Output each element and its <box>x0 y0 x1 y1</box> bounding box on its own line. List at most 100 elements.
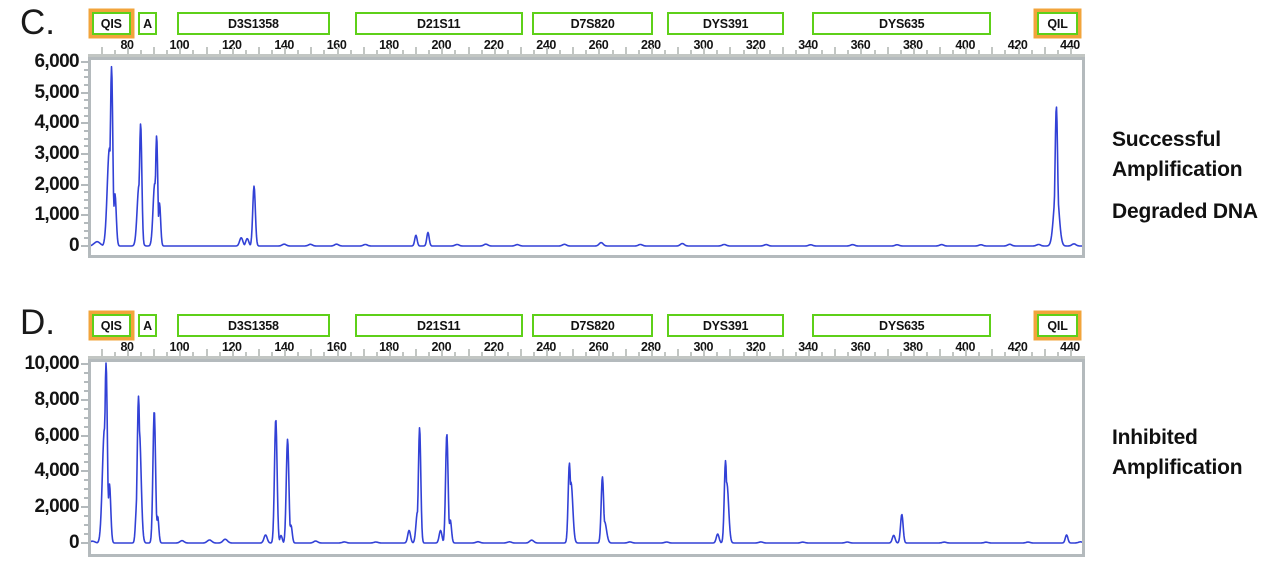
ruler-tick <box>690 352 692 356</box>
y-tick-label: 0 <box>0 236 79 256</box>
ruler-tick <box>939 349 941 356</box>
ruler-tick <box>114 352 116 356</box>
ruler-tick <box>572 47 574 54</box>
ruler-tick <box>716 50 718 54</box>
marker-box-qis: QIS <box>92 314 131 337</box>
ruler-tick <box>1044 349 1046 356</box>
ruler-tick <box>782 349 784 356</box>
caption-line: Successful <box>1112 125 1280 155</box>
y-tick <box>81 122 88 124</box>
y-tick-label: 2,000 <box>0 175 79 195</box>
y-tick <box>81 184 88 186</box>
ruler-tick <box>454 352 456 356</box>
ruler-tick <box>821 352 823 356</box>
caption-block: SuccessfulAmplification <box>1112 125 1280 185</box>
ruler-tick <box>507 50 509 54</box>
ruler-tick <box>834 349 836 356</box>
ruler-tick <box>729 349 731 356</box>
ruler-tick <box>192 50 194 54</box>
ruler-tick <box>965 47 967 54</box>
ruler-tick <box>677 349 679 356</box>
ruler-tick <box>834 47 836 54</box>
ruler-tick <box>1070 47 1072 54</box>
ruler-tick <box>206 349 208 356</box>
ruler-tick <box>795 50 797 54</box>
ruler-tick <box>310 47 312 54</box>
ruler-tick <box>926 352 928 356</box>
ruler-tick <box>245 352 247 356</box>
ruler-tick <box>441 349 443 356</box>
ruler-tick <box>559 352 561 356</box>
ruler-tick <box>625 47 627 54</box>
ruler-tick <box>978 352 980 356</box>
ruler-tick <box>389 47 391 54</box>
marker-box-d3s1358: D3S1358 <box>177 314 330 337</box>
electropherogram-trace <box>91 362 1082 551</box>
ruler-tick <box>926 50 928 54</box>
y-tick <box>81 153 88 155</box>
ruler-tick <box>664 352 666 356</box>
ruler-tick <box>127 349 129 356</box>
y-tick-label: 10,000 <box>0 354 79 374</box>
ruler-tick <box>1018 349 1020 356</box>
ruler-tick <box>114 50 116 54</box>
marker-box-dys635: DYS635 <box>812 314 991 337</box>
ruler-tick <box>323 50 325 54</box>
caption-line: Inhibited <box>1112 423 1280 453</box>
ruler-tick <box>598 349 600 356</box>
marker-box-d7s820: D7S820 <box>532 12 654 35</box>
ruler-tick <box>1070 349 1072 356</box>
ruler-tick <box>900 352 902 356</box>
y-tick-label: 8,000 <box>0 390 79 410</box>
ruler-tick <box>140 50 142 54</box>
ruler-tick <box>415 47 417 54</box>
y-tick <box>81 363 88 365</box>
ruler-tick <box>127 47 129 54</box>
ruler-tick <box>913 47 915 54</box>
y-tick-label: 6,000 <box>0 426 79 446</box>
ruler-tick <box>651 349 653 356</box>
ruler-tick <box>533 352 535 356</box>
ruler-tick <box>546 349 548 356</box>
ruler-tick <box>166 50 168 54</box>
ruler-tick <box>297 50 299 54</box>
marker-box-d7s820: D7S820 <box>532 314 654 337</box>
marker-box-qil: QIL <box>1037 314 1078 337</box>
ruler-tick <box>638 50 640 54</box>
y-tick <box>81 435 88 437</box>
ruler-tick <box>101 47 103 54</box>
y-tick-label: 4,000 <box>0 113 79 133</box>
ruler-tick <box>887 349 889 356</box>
ruler-tick <box>192 352 194 356</box>
ruler-tick <box>232 349 234 356</box>
ruler-tick <box>376 352 378 356</box>
annotation-text: InhibitedAmplification <box>1112 423 1280 495</box>
ruler-tick <box>703 349 705 356</box>
ruler-tick <box>350 50 352 54</box>
ruler-tick <box>677 47 679 54</box>
y-tick <box>81 399 88 401</box>
ruler-tick <box>808 47 810 54</box>
y-tick <box>81 542 88 544</box>
ruler-tick <box>729 47 731 54</box>
ruler-tick <box>952 352 954 356</box>
ruler-tick <box>1057 50 1059 54</box>
ruler-tick <box>494 47 496 54</box>
ruler-tick <box>533 50 535 54</box>
y-tick <box>81 61 88 63</box>
ruler-tick <box>520 47 522 54</box>
ruler-tick <box>1004 50 1006 54</box>
panel-letter-d: D. <box>20 304 55 342</box>
marker-box-qis: QIS <box>92 12 131 35</box>
ruler-tick <box>389 349 391 356</box>
ruler-tick <box>271 50 273 54</box>
ruler-tick <box>965 349 967 356</box>
ruler-tick <box>913 349 915 356</box>
figure-electropherograms: C. QISAD3S1358D21S11D7S820DYS391DYS635QI… <box>0 0 1280 561</box>
marker-box-d21s11: D21S11 <box>355 314 523 337</box>
ruler-tick <box>402 352 404 356</box>
ruler-tick <box>743 50 745 54</box>
ruler-tick <box>428 352 430 356</box>
ruler-tick <box>337 47 339 54</box>
marker-box-qil: QIL <box>1037 12 1078 35</box>
